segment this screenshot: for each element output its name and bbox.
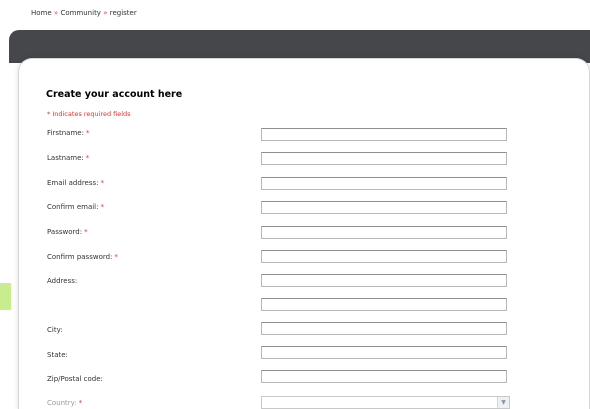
zip-input[interactable] (261, 370, 507, 383)
email-input[interactable] (261, 177, 507, 190)
zip-label: Zip/Postal code: (47, 375, 103, 383)
confirm-email-label: Confirm email: * (47, 203, 104, 211)
firstname-input[interactable] (261, 128, 507, 141)
city-label: City: (47, 326, 63, 334)
confirm-email-label-text: Confirm email: (47, 203, 99, 211)
firstname-label: Firstname: * (47, 129, 89, 137)
required-marker: * (84, 228, 88, 236)
password-label: Password: * (47, 228, 88, 236)
address-line1-input[interactable] (261, 274, 507, 287)
state-label: State: (47, 351, 68, 359)
side-accent-tab (0, 283, 11, 310)
required-marker: * (85, 129, 90, 137)
email-label: Email address: * (47, 179, 104, 187)
password-input[interactable] (261, 226, 507, 239)
country-label-text: Country: (47, 399, 77, 407)
required-fields-note: * Indicates required fields (47, 110, 131, 118)
firstname-label-text: Firstname: (47, 129, 84, 137)
password-label-text: Password: (47, 228, 83, 236)
state-label-text: State: (47, 351, 68, 359)
address-label: Address: (47, 277, 77, 285)
city-input[interactable] (261, 322, 507, 335)
confirm-password-label-text: Confirm password: (47, 253, 113, 261)
zip-label-text: Zip/Postal code: (47, 375, 103, 383)
city-label-text: City: (47, 326, 63, 334)
required-marker: * (85, 154, 90, 162)
lastname-label: Lastname: * (47, 154, 89, 162)
address-label-text: Address: (47, 277, 78, 285)
address-line2-input[interactable] (261, 298, 507, 311)
breadcrumb-community-link[interactable]: Community (60, 9, 101, 17)
state-input[interactable] (261, 346, 507, 359)
breadcrumb-separator: » (53, 9, 59, 17)
required-marker: * (114, 253, 118, 261)
lastname-label-text: Lastname: (47, 154, 84, 162)
breadcrumb: Home » Community » register (31, 9, 137, 17)
lastname-input[interactable] (261, 152, 507, 165)
required-marker: * (100, 179, 105, 187)
required-marker: * (78, 399, 83, 407)
chevron-down-icon[interactable]: ▼ (497, 397, 509, 408)
email-label-text: Email address: (47, 179, 99, 187)
country-select[interactable]: ▼ (261, 396, 510, 409)
confirm-password-input[interactable] (261, 250, 507, 263)
breadcrumb-separator: » (103, 9, 108, 17)
breadcrumb-home-link[interactable]: Home (31, 9, 52, 17)
confirm-email-input[interactable] (261, 201, 507, 214)
confirm-password-label: Confirm password: * (47, 253, 118, 261)
required-marker: * (100, 203, 104, 211)
breadcrumb-current: register (109, 9, 137, 17)
country-label: Country: * (47, 399, 82, 407)
form-title: Create your account here (46, 89, 183, 100)
